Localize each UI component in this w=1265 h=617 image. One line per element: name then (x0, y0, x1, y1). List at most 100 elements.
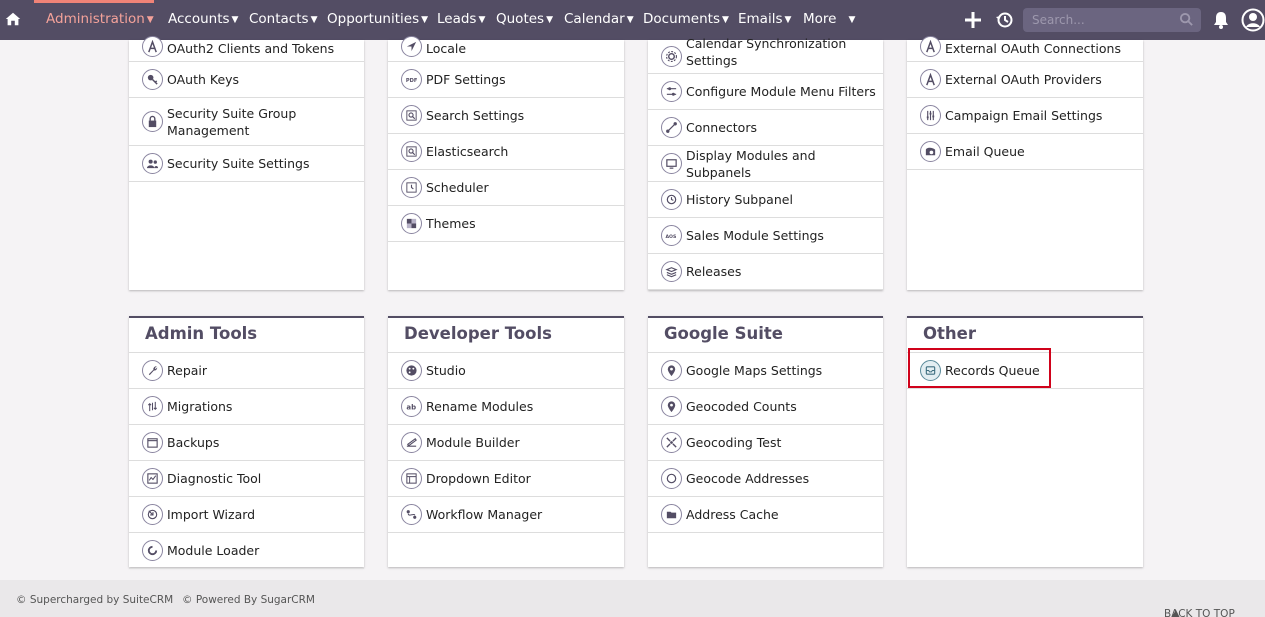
caret-down-icon: ▼ (626, 15, 634, 25)
admin-link-google-maps-settings[interactable]: Google Maps Settings (648, 353, 883, 389)
search-box (1023, 8, 1201, 32)
row-label: Studio (426, 363, 466, 378)
admin-link-oauth-keys[interactable]: OAuth Keys (129, 62, 364, 98)
search-input[interactable] (1023, 8, 1173, 32)
admin-link-configure-module-menu-filters[interactable]: Configure Module Menu Filters (648, 74, 883, 110)
row-label: Import Wizard (167, 507, 256, 522)
rename-icon: ab (401, 396, 422, 417)
admin-link-campaign-email-settings[interactable]: Campaign Email Settings (907, 98, 1143, 134)
admin-link-address-cache[interactable]: Address Cache (648, 497, 883, 533)
admin-link-migrations[interactable]: Migrations (129, 389, 364, 425)
admin-link-studio[interactable]: Studio (388, 353, 624, 389)
admin-link-search-settings[interactable]: Search Settings (388, 98, 624, 134)
nav-label: Calendar (564, 11, 625, 27)
admin-link-history-subpanel[interactable]: History Subpanel (648, 182, 883, 218)
row-label: Campaign Email Settings (945, 108, 1103, 123)
admin-link-display-modules-subpanels[interactable]: Display Modules and Subpanels (648, 146, 883, 182)
row-label: Scheduler (426, 180, 489, 195)
migrations-icon (142, 396, 163, 417)
row-label: Search Settings (426, 108, 525, 123)
nav-item-more[interactable]: More ▼ (803, 11, 855, 27)
user-profile-icon[interactable] (1241, 8, 1265, 32)
nav-label: Contacts (249, 11, 309, 27)
admin-link-diagnostic-tool[interactable]: Diagnostic Tool (129, 461, 364, 497)
admin-link-email-queue[interactable]: Email Queue (907, 134, 1143, 170)
panel-system: Locale PDF PDF Settings Search Settings … (388, 36, 624, 290)
nav-label: Administration (46, 11, 145, 27)
caret-down-icon: ▼ (310, 15, 318, 25)
admin-link-pdf-settings[interactable]: PDF PDF Settings (388, 62, 624, 98)
row-label: Module Builder (426, 435, 520, 450)
admin-link-dropdown-editor[interactable]: Dropdown Editor (388, 461, 624, 497)
nav-item-documents[interactable]: Documents ▼ (643, 11, 729, 27)
geocode-icon (661, 468, 682, 489)
folder-icon (661, 504, 682, 525)
clock-icon (401, 177, 422, 198)
map-marker-icon (661, 396, 682, 417)
connectors-icon (661, 117, 682, 138)
nav-item-quotes[interactable]: Quotes ▼ (496, 11, 553, 27)
highlight-box (908, 348, 1051, 388)
nav-item-contacts[interactable]: Contacts ▼ (249, 11, 317, 27)
nav-item-emails[interactable]: Emails ▼ (738, 11, 791, 27)
admin-link-connectors[interactable]: Connectors (648, 110, 883, 146)
svg-text:ab: ab (406, 403, 416, 411)
admin-link-geocoded-counts[interactable]: Geocoded Counts (648, 389, 883, 425)
row-label: Dropdown Editor (426, 471, 531, 486)
row-label: Workflow Manager (426, 507, 543, 522)
key-icon (142, 69, 163, 90)
admin-link-external-oauth-providers[interactable]: External OAuth Providers (907, 62, 1143, 98)
pdf-icon: PDF (401, 69, 422, 90)
admin-link-elasticsearch[interactable]: Elasticsearch (388, 134, 624, 170)
caret-down-icon: ▼ (784, 15, 792, 25)
panel-title: Admin Tools (129, 318, 364, 353)
admin-link-external-oauth-connections[interactable]: External OAuth Connections (907, 36, 1143, 62)
nav-item-accounts[interactable]: Accounts ▼ (168, 11, 238, 27)
admin-link-module-builder[interactable]: Module Builder (388, 425, 624, 461)
caret-down-icon: ▼ (848, 15, 856, 25)
row-label: Geocode Addresses (686, 471, 810, 486)
home-icon[interactable] (4, 10, 22, 28)
admin-link-calendar-synchronization[interactable]: Calendar Synchronization Settings (648, 36, 883, 74)
row-label: Geocoding Test (686, 435, 782, 450)
oauth-icon (920, 69, 941, 90)
admin-link-geocoding-test[interactable]: Geocoding Test (648, 425, 883, 461)
caret-down-icon: ▼ (146, 15, 154, 25)
row-label: Google Maps Settings (686, 363, 823, 378)
plus-icon[interactable] (963, 10, 983, 30)
row-label: History Subpanel (686, 192, 793, 207)
admin-link-security-suite-settings[interactable]: Security Suite Settings (129, 146, 364, 182)
row-label: External OAuth Connections (945, 41, 1121, 56)
admin-link-themes[interactable]: Themes (388, 206, 624, 242)
notification-bell-icon[interactable] (1211, 10, 1231, 30)
supercharged-by-link[interactable]: © Supercharged by SuiteCRM (16, 594, 173, 606)
search-icon[interactable] (1179, 12, 1194, 27)
powered-by-link[interactable]: © Powered By SugarCRM (182, 594, 315, 606)
history-icon[interactable] (995, 10, 1015, 30)
admin-link-repair[interactable]: Repair (129, 353, 364, 389)
admin-link-module-loader[interactable]: Module Loader (129, 533, 364, 569)
admin-link-workflow-manager[interactable]: Workflow Manager (388, 497, 624, 533)
caret-down-icon: ▼ (421, 15, 429, 25)
admin-link-backups[interactable]: Backups (129, 425, 364, 461)
admin-link-scheduler[interactable]: Scheduler (388, 170, 624, 206)
admin-link-sales-module-settings[interactable]: AOS Sales Module Settings (648, 218, 883, 254)
location-arrow-icon (401, 36, 422, 57)
top-nav-bar: Administration ▼ Accounts ▼ Contacts ▼ Oppo… (0, 0, 1265, 40)
nav-item-opportunities[interactable]: Opportunities ▼ (327, 11, 428, 27)
row-label: PDF Settings (426, 72, 506, 87)
admin-link-locale[interactable]: Locale (388, 36, 624, 62)
admin-link-security-suite-group-management[interactable]: Security Suite Group Management (129, 98, 364, 146)
nav-item-leads[interactable]: Leads ▼ (437, 11, 485, 27)
admin-link-import-wizard[interactable]: Import Wizard (129, 497, 364, 533)
nav-label: Documents (643, 11, 720, 27)
admin-link-rename-modules[interactable]: ab Rename Modules (388, 389, 624, 425)
admin-link-geocode-addresses[interactable]: Geocode Addresses (648, 461, 883, 497)
nav-label: Opportunities (327, 11, 420, 27)
nav-item-administration[interactable]: Administration ▼ (46, 11, 154, 27)
admin-link-releases[interactable]: Releases (648, 254, 883, 290)
admin-link-oauth2-clients[interactable]: OAuth2 Clients and Tokens (129, 36, 364, 62)
panel-google-suite: Google Suite Google Maps Settings Geocod… (648, 316, 883, 567)
panel-email: External OAuth Connections External OAut… (907, 36, 1143, 290)
nav-item-calendar[interactable]: Calendar ▼ (564, 11, 634, 27)
